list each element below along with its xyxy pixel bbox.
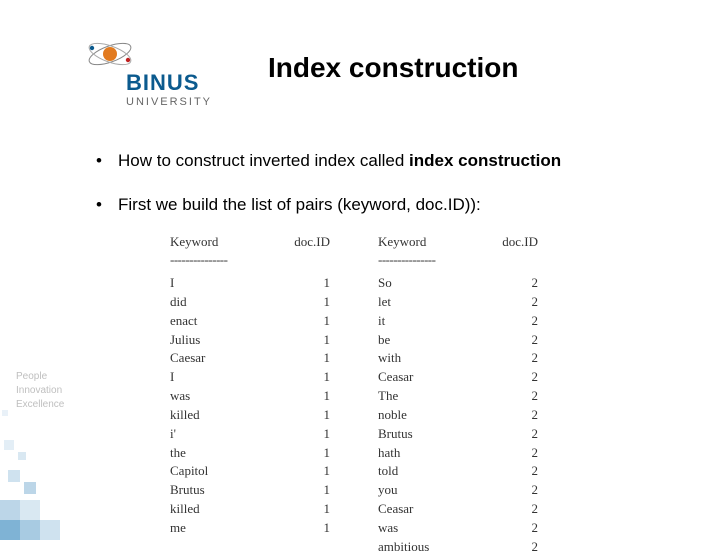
- table-cell: 2: [488, 387, 538, 406]
- table-cell: 1: [280, 331, 330, 350]
- table-cell: let: [378, 293, 458, 312]
- table-header-docid: doc.ID: [280, 234, 330, 250]
- table-cell: noble: [378, 406, 458, 425]
- table-cell: 2: [488, 444, 538, 463]
- table-cell: Capitol: [170, 462, 250, 481]
- bullet-text: How to construct inverted index called: [118, 151, 409, 170]
- bullet-list: How to construct inverted index called i…: [90, 150, 660, 238]
- table-cell: Julius: [170, 331, 250, 350]
- table-cell: the: [170, 444, 250, 463]
- table-cell: 2: [488, 406, 538, 425]
- table-cell: So: [378, 274, 458, 293]
- table-header-keyword: Keyword: [170, 234, 250, 250]
- page-title: Index construction: [268, 52, 518, 84]
- table-cell: 2: [488, 519, 538, 538]
- table-cell: Brutus: [378, 425, 458, 444]
- table-cell: 2: [488, 349, 538, 368]
- table-cell: was: [170, 387, 250, 406]
- table-cell: killed: [170, 500, 250, 519]
- table-cell: killed: [170, 406, 250, 425]
- table-cell: I: [170, 368, 250, 387]
- table-cell: Ceasar: [378, 500, 458, 519]
- table-cell: me: [170, 519, 250, 538]
- table-left-column: Keyword --------------- IdidenactJuliusC…: [170, 234, 330, 557]
- table-cell: ambitious: [378, 538, 458, 557]
- logo-text: BINUS UNIVERSITY: [126, 70, 212, 108]
- table-cell: 1: [280, 519, 330, 538]
- table-cell: 1: [280, 425, 330, 444]
- table-cell: 2: [488, 500, 538, 519]
- table-divider: ---------------: [170, 252, 250, 268]
- table-cell: 2: [488, 481, 538, 500]
- table-header-docid: doc.ID: [488, 234, 538, 250]
- table-cell: 2: [488, 274, 538, 293]
- logo-brand: BINUS: [126, 70, 212, 96]
- corner-decoration: [0, 320, 84, 540]
- table-cell: 1: [280, 500, 330, 519]
- table-cell: 2: [488, 462, 538, 481]
- table-cell: 1: [280, 368, 330, 387]
- table-cell: with: [378, 349, 458, 368]
- table-cell: enact: [170, 312, 250, 331]
- table-cell: i': [170, 425, 250, 444]
- table-header-keyword: Keyword: [378, 234, 458, 250]
- table-right-column: Keyword --------------- SoletitbewithCea…: [378, 234, 538, 557]
- table-cell: 2: [488, 312, 538, 331]
- table-cell: 1: [280, 349, 330, 368]
- table-divider: [488, 252, 538, 268]
- table-cell: Caesar: [170, 349, 250, 368]
- table-cell: 2: [488, 368, 538, 387]
- table-cell: be: [378, 331, 458, 350]
- bullet-item: First we build the list of pairs (keywor…: [90, 194, 660, 216]
- logo: BINUS UNIVERSITY: [82, 26, 232, 87]
- table-cell: I: [170, 274, 250, 293]
- table-cell: 2: [488, 293, 538, 312]
- table-cell: 1: [280, 444, 330, 463]
- table-cell: 2: [488, 538, 538, 557]
- table-cell: you: [378, 481, 458, 500]
- bullet-item: How to construct inverted index called i…: [90, 150, 660, 172]
- table-divider: [280, 252, 330, 268]
- table-cell: 2: [488, 425, 538, 444]
- table-cell: did: [170, 293, 250, 312]
- table-cell: The: [378, 387, 458, 406]
- table-cell: it: [378, 312, 458, 331]
- table-cell: 1: [280, 387, 330, 406]
- table-cell: 2: [488, 331, 538, 350]
- bullet-bold: index construction: [409, 151, 561, 170]
- table-divider: ---------------: [378, 252, 458, 268]
- table-cell: 1: [280, 274, 330, 293]
- table-cell: Brutus: [170, 481, 250, 500]
- table-cell: 1: [280, 481, 330, 500]
- table-cell: 1: [280, 406, 330, 425]
- table-cell: hath: [378, 444, 458, 463]
- logo-sub: UNIVERSITY: [126, 96, 212, 108]
- keyword-docid-table: Keyword --------------- IdidenactJuliusC…: [170, 234, 538, 557]
- table-cell: 1: [280, 293, 330, 312]
- table-cell: 1: [280, 312, 330, 331]
- bullet-text: First we build the list of pairs (keywor…: [118, 195, 481, 214]
- table-cell: Ceasar: [378, 368, 458, 387]
- table-cell: told: [378, 462, 458, 481]
- table-cell: was: [378, 519, 458, 538]
- table-cell: 1: [280, 462, 330, 481]
